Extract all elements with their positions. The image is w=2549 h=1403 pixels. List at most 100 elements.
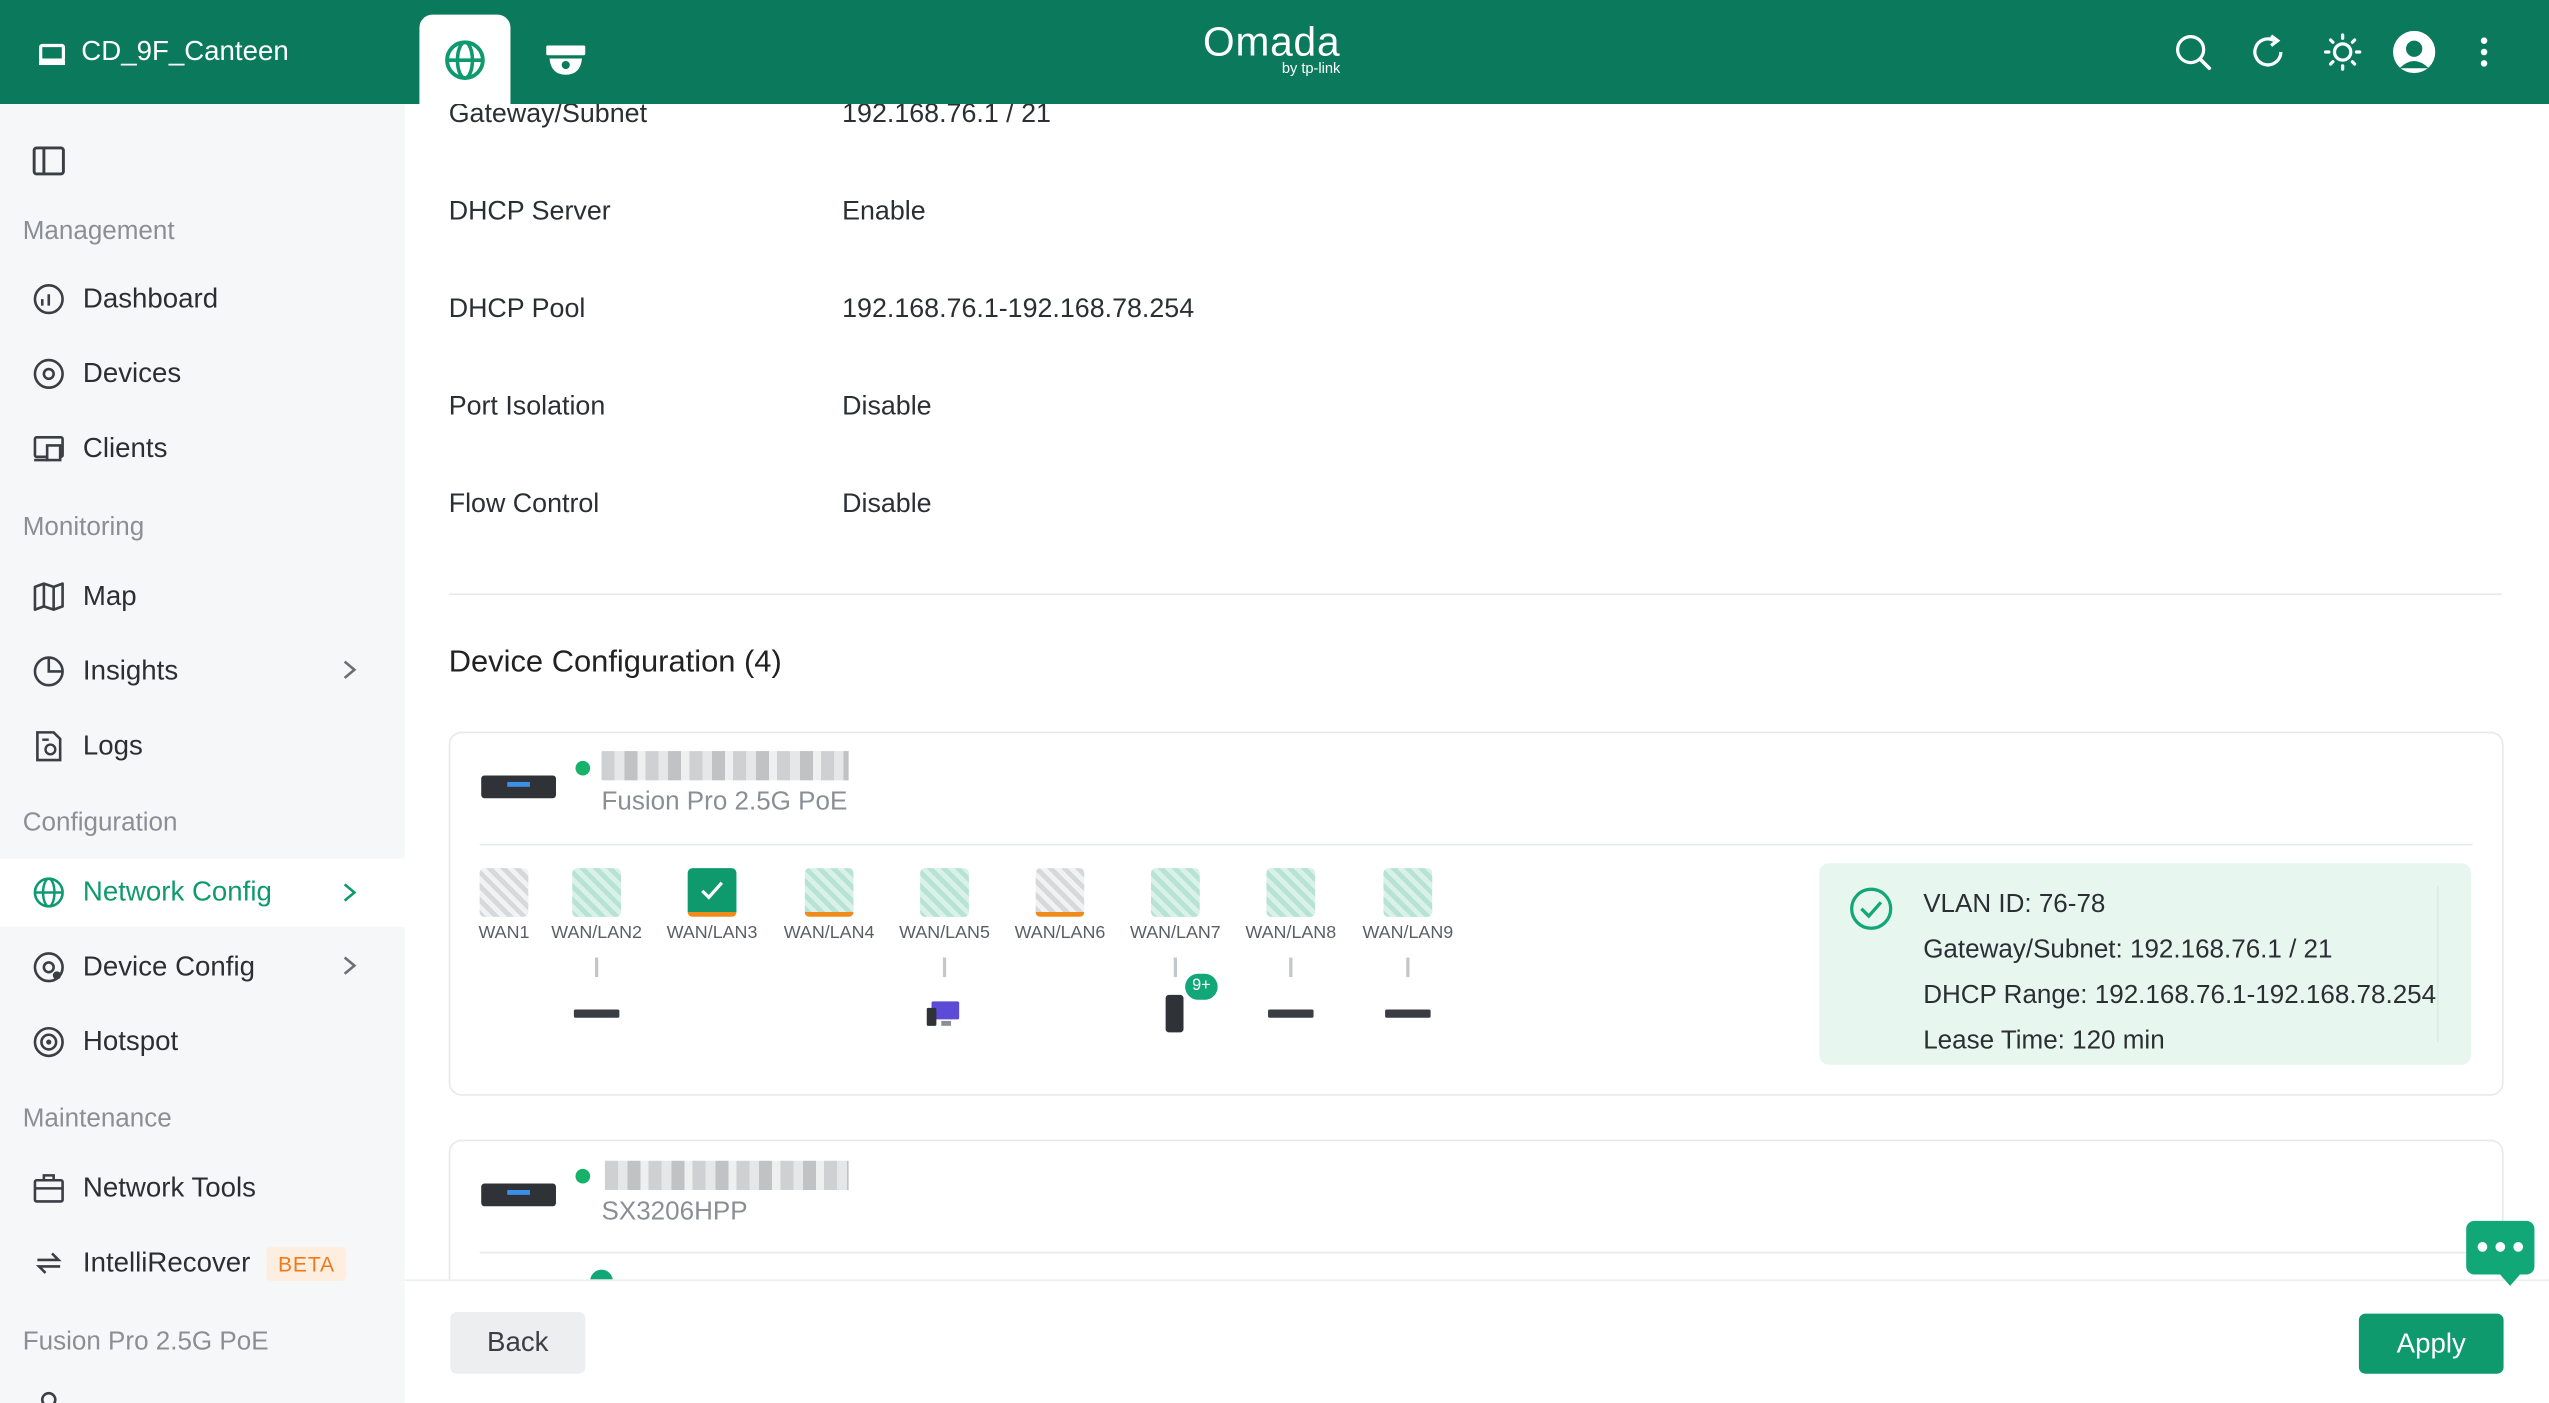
gateway-device-image bbox=[481, 775, 556, 799]
section-configuration: Configuration bbox=[22, 809, 178, 838]
port-link-line bbox=[595, 957, 599, 978]
main-content: Gateway/Subnet 192.168.76.1 / 21 DHCP Se… bbox=[404, 104, 2549, 1280]
port-wan-lan3[interactable] bbox=[687, 868, 737, 917]
section-maintenance: Maintenance bbox=[22, 1105, 172, 1134]
top-bar: CD_9F_Canteen Omada by tp-link bbox=[0, 0, 2549, 105]
device-config-title: Device Configuration (4) bbox=[448, 645, 782, 680]
phone-client-icon bbox=[1165, 994, 1184, 1033]
device-model: Fusion Pro 2.5G PoE bbox=[601, 788, 848, 817]
port-wan1[interactable] bbox=[479, 868, 529, 917]
beta-badge: BETA bbox=[266, 1246, 347, 1281]
detail-value: 192.168.76.1 / 21 bbox=[842, 104, 1051, 129]
chat-support-icon[interactable] bbox=[2466, 1220, 2535, 1286]
app-window: CD_9F_Canteen Omada by tp-link Managemen… bbox=[0, 0, 2549, 1403]
port-label: WAN/LAN4 bbox=[783, 923, 875, 943]
back-button[interactable]: Back bbox=[450, 1311, 586, 1374]
sidebar-item-network-config[interactable]: Network Config bbox=[0, 858, 405, 927]
port-wan-lan6[interactable] bbox=[1035, 868, 1085, 917]
apply-button[interactable]: Apply bbox=[2358, 1313, 2504, 1374]
sidebar-item-label: Map bbox=[82, 580, 137, 612]
sidebar-item-label: Clients bbox=[82, 432, 168, 464]
divider bbox=[479, 1251, 2473, 1254]
device-name-redacted bbox=[601, 751, 849, 781]
port-link-line bbox=[1406, 957, 1410, 978]
avatar[interactable] bbox=[2393, 30, 2436, 74]
detail-key: DHCP Pool bbox=[448, 294, 586, 324]
sidebar-item-hotspot[interactable]: Hotspot bbox=[0, 1010, 405, 1075]
port-wan-lan4[interactable] bbox=[804, 868, 854, 917]
network-tools-icon bbox=[33, 1174, 64, 1203]
check-icon bbox=[701, 881, 724, 900]
detail-key: Port Isolation bbox=[448, 391, 606, 422]
sidebar-item-label: Devices bbox=[82, 357, 182, 389]
sidebar-item-device-config[interactable]: Device Config bbox=[0, 935, 405, 1000]
port-wan-lan2[interactable] bbox=[572, 868, 622, 917]
info-dhcp-range: DHCP Range: 192.168.76.1-192.168.78.254 bbox=[1923, 981, 2437, 1010]
sidebar-item-network-tools[interactable]: Network Tools bbox=[0, 1156, 405, 1221]
sidebar-item-label: Logs bbox=[82, 729, 143, 761]
connected-switch-icon bbox=[573, 1009, 620, 1018]
account-icon bbox=[33, 1388, 66, 1403]
omada-logo: Omada by tp-link bbox=[1203, 21, 1340, 76]
sidebar-item-map[interactable]: Map bbox=[0, 564, 405, 629]
chevron-right-icon bbox=[343, 956, 357, 975]
port-link-line bbox=[1173, 957, 1178, 978]
connected-switch-icon bbox=[1268, 1009, 1314, 1018]
port-label: WAN/LAN3 bbox=[666, 923, 758, 943]
tab-surveillance[interactable] bbox=[520, 15, 611, 104]
status-online-dot bbox=[575, 760, 591, 776]
connected-switch-icon bbox=[1385, 1009, 1431, 1018]
insights-icon bbox=[33, 656, 64, 687]
logs-icon bbox=[36, 731, 62, 762]
sidebar-item-dashboard[interactable]: Dashboard bbox=[0, 267, 405, 332]
port-wan-lan9[interactable] bbox=[1383, 868, 1433, 917]
info-vlan-id: VLAN ID: 76-78 bbox=[1923, 890, 2106, 919]
sidebar-item-devices[interactable]: Devices bbox=[0, 341, 405, 406]
intellirecover-icon bbox=[35, 1252, 62, 1274]
sidebar-item-label: Network Tools bbox=[82, 1172, 256, 1204]
refresh-icon[interactable] bbox=[2248, 33, 2287, 72]
hotspot-icon bbox=[33, 1026, 64, 1058]
network-config-icon bbox=[33, 877, 64, 908]
dashboard-icon bbox=[33, 284, 64, 315]
scrollbar-track[interactable] bbox=[2436, 886, 2439, 1043]
theme-icon[interactable] bbox=[2323, 33, 2362, 72]
sidebar-toggle-icon[interactable] bbox=[32, 146, 66, 183]
sidebar-item-insights[interactable]: Insights bbox=[0, 639, 405, 704]
port-label: WAN/LAN6 bbox=[1014, 923, 1106, 943]
check-circle-icon bbox=[1850, 887, 1893, 930]
sidebar-item-label: Network Config bbox=[82, 876, 272, 908]
port-wan-lan8[interactable] bbox=[1266, 868, 1316, 917]
detail-value: Disable bbox=[842, 391, 932, 422]
detail-value: Enable bbox=[842, 196, 926, 226]
detail-value: Disable bbox=[842, 489, 932, 519]
sidebar-item-logs[interactable]: Logs bbox=[0, 714, 405, 779]
sidebar-item-label: Insights bbox=[82, 655, 179, 687]
computer-client-icon bbox=[926, 1000, 963, 1036]
sidebar-item-label: Hotspot bbox=[82, 1025, 179, 1057]
info-lease-time: Lease Time: 120 min bbox=[1923, 1027, 2165, 1056]
site-name: CD_9F_Canteen bbox=[81, 35, 289, 67]
logo-text: Omada bbox=[1203, 19, 1341, 66]
sidebar: Management Dashboard Devices Clients Mon… bbox=[0, 104, 405, 1403]
clients-icon bbox=[33, 436, 64, 462]
status-online-dot bbox=[575, 1168, 591, 1184]
info-gateway: Gateway/Subnet: 192.168.76.1 / 21 bbox=[1923, 936, 2333, 965]
search-icon[interactable] bbox=[2174, 33, 2213, 72]
sidebar-item-intellirecover[interactable]: IntelliRecover BETA bbox=[0, 1231, 405, 1296]
tab-network[interactable] bbox=[419, 14, 511, 105]
site-selector[interactable]: CD_9F_Canteen bbox=[0, 0, 419, 104]
port-wan-lan5[interactable] bbox=[920, 868, 969, 917]
client-count-badge: 9+ bbox=[1185, 973, 1218, 1000]
chevron-right-icon bbox=[343, 660, 357, 679]
port-label: WAN/LAN5 bbox=[899, 923, 990, 943]
device-config-icon bbox=[33, 952, 64, 983]
port-wan-lan7[interactable] bbox=[1150, 868, 1200, 917]
detail-key: Flow Control bbox=[448, 489, 600, 519]
more-icon[interactable] bbox=[2465, 33, 2504, 72]
vlan-info-panel: VLAN ID: 76-78 Gateway/Subnet: 192.168.7… bbox=[1819, 863, 2472, 1065]
sidebar-item-clients[interactable]: Clients bbox=[0, 416, 405, 481]
sidebar-item-label: IntelliRecover bbox=[82, 1246, 251, 1278]
sidebar-item-label: Dashboard bbox=[82, 282, 219, 314]
divider bbox=[479, 843, 2473, 846]
